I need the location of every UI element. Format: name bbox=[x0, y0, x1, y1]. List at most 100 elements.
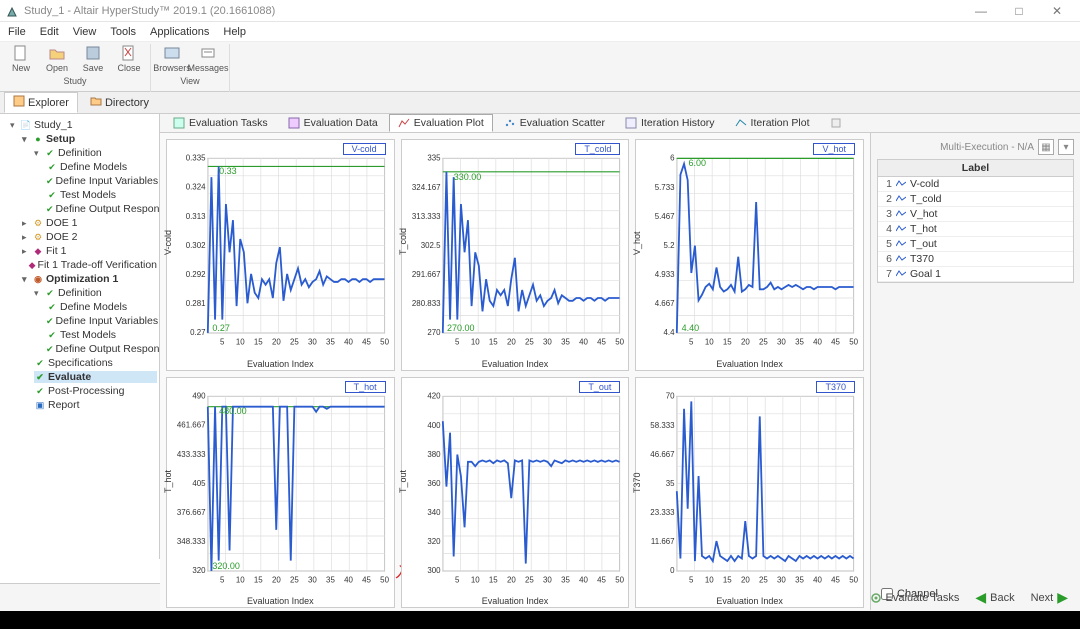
series-swatch-icon bbox=[896, 209, 906, 219]
tab-extra-icon[interactable] bbox=[821, 114, 851, 132]
svg-text:35: 35 bbox=[561, 575, 570, 584]
messages-button[interactable]: Messages bbox=[191, 44, 225, 76]
menu-view[interactable]: View bbox=[73, 26, 97, 38]
menubar: File Edit View Tools Applications Help bbox=[0, 22, 1080, 42]
menu-applications[interactable]: Applications bbox=[150, 26, 209, 38]
label-row[interactable]: 6T370 bbox=[878, 252, 1073, 267]
tree-postprocessing[interactable]: ✔Post-Processing bbox=[34, 385, 157, 397]
tree-define-output-2[interactable]: ✔Define Output Responses bbox=[46, 343, 157, 355]
gear-icon bbox=[870, 592, 882, 604]
plot-legend: T_out bbox=[579, 381, 620, 393]
browsers-button[interactable]: Browsers bbox=[155, 44, 189, 76]
svg-text:50: 50 bbox=[850, 337, 859, 346]
svg-text:10: 10 bbox=[471, 337, 480, 346]
plot-t370[interactable]: 5101520253035404550011.66723.3333546.667… bbox=[635, 377, 864, 609]
svg-text:324.167: 324.167 bbox=[412, 183, 441, 192]
new-button[interactable]: New bbox=[4, 44, 38, 76]
svg-text:35: 35 bbox=[326, 575, 335, 584]
tree-fit1[interactable]: ▸◆Fit 1 bbox=[22, 245, 157, 257]
goal-marker: 6.00 bbox=[688, 158, 706, 168]
save-button[interactable]: Save bbox=[76, 44, 110, 76]
label-row[interactable]: 4T_hot bbox=[878, 222, 1073, 237]
tree-doe2[interactable]: ▸⚙DOE 2 bbox=[22, 231, 157, 243]
tree-define-input-1[interactable]: ✔Define Input Variables bbox=[46, 175, 157, 187]
tree-test-models-2[interactable]: ✔Test Models bbox=[46, 329, 157, 341]
svg-text:280.833: 280.833 bbox=[412, 299, 441, 308]
tree-report[interactable]: ▣Report bbox=[34, 399, 157, 411]
plot-xlabel: Evaluation Index bbox=[247, 359, 314, 369]
svg-text:10: 10 bbox=[705, 337, 714, 346]
plot-v-cold[interactable]: 51015202530354045500.270.2810.2920.3020.… bbox=[166, 139, 395, 371]
explorer-tree[interactable]: ▾📄Study_1 ▾●Setup ▾✔Definition ✔Define M… bbox=[0, 114, 160, 559]
tree-test-models-1[interactable]: ✔Test Models bbox=[46, 189, 157, 201]
tree-define-models-2[interactable]: ✔Define Models bbox=[46, 301, 157, 313]
plot-v-hot[interactable]: 51015202530354045504.44.6674.9335.25.467… bbox=[635, 139, 864, 371]
tree-define-output-1[interactable]: ✔Define Output Responses bbox=[46, 203, 157, 215]
menu-tools[interactable]: Tools bbox=[110, 26, 136, 38]
svg-text:5: 5 bbox=[455, 575, 460, 584]
folder-icon bbox=[90, 95, 102, 110]
tab-eval-tasks[interactable]: Evaluation Tasks bbox=[164, 114, 277, 132]
svg-text:461.667: 461.667 bbox=[177, 420, 206, 429]
min-marker: 320.00 bbox=[212, 561, 240, 571]
tree-setup[interactable]: ▾●Setup bbox=[22, 133, 157, 145]
plot-t-cold[interactable]: 5101520253035404550270280.833291.667302.… bbox=[401, 139, 630, 371]
minimize-button[interactable]: — bbox=[964, 1, 998, 21]
plot-t-hot[interactable]: 5101520253035404550320348.333376.6674054… bbox=[166, 377, 395, 609]
open-button[interactable]: Open bbox=[40, 44, 74, 76]
tree-study-root[interactable]: ▾📄Study_1 bbox=[10, 119, 157, 131]
tab-directory[interactable]: Directory bbox=[82, 93, 157, 112]
series-swatch-icon bbox=[896, 239, 906, 249]
svg-text:35: 35 bbox=[666, 479, 675, 488]
tree-doe1[interactable]: ▸⚙DOE 1 bbox=[22, 217, 157, 229]
tree-optimization1[interactable]: ▾◉Optimization 1 bbox=[22, 273, 157, 285]
label-row[interactable]: 5T_out bbox=[878, 237, 1073, 252]
maximize-button[interactable]: □ bbox=[1002, 1, 1036, 21]
tab-eval-scatter[interactable]: Evaluation Scatter bbox=[495, 114, 614, 132]
main-toolbar: New Open Save Close Study Browsers Messa… bbox=[0, 42, 1080, 92]
svg-text:400: 400 bbox=[427, 420, 441, 429]
tree-specifications[interactable]: ✔Specifications bbox=[34, 357, 157, 369]
svg-text:300: 300 bbox=[427, 566, 441, 575]
dropdown-icon[interactable]: ▾ bbox=[1058, 139, 1074, 155]
svg-text:50: 50 bbox=[850, 575, 859, 584]
tree-definition-1[interactable]: ▾✔Definition bbox=[34, 147, 157, 159]
plot-legend: T370 bbox=[816, 381, 855, 393]
svg-text:5: 5 bbox=[220, 337, 225, 346]
multi-execution-status: Multi-Execution - N/A ▦ ▾ bbox=[877, 139, 1074, 155]
svg-text:50: 50 bbox=[380, 337, 389, 346]
menu-file[interactable]: File bbox=[8, 26, 26, 38]
label-row[interactable]: 3V_hot bbox=[878, 207, 1073, 222]
menu-edit[interactable]: Edit bbox=[40, 26, 59, 38]
evaluation-tabs: Evaluation Tasks Evaluation Data Evaluat… bbox=[160, 114, 1080, 133]
svg-text:20: 20 bbox=[741, 337, 750, 346]
label-row[interactable]: 7Goal 1 bbox=[878, 267, 1073, 282]
close-window-button[interactable]: ✕ bbox=[1040, 1, 1074, 21]
svg-text:20: 20 bbox=[741, 575, 750, 584]
tree-fit-tradeoff[interactable]: ◆Fit 1 Trade-off Verification bbox=[22, 259, 157, 271]
svg-text:10: 10 bbox=[236, 575, 245, 584]
plot-xlabel: Evaluation Index bbox=[247, 596, 314, 606]
label-row[interactable]: 2T_cold bbox=[878, 192, 1073, 207]
label-row[interactable]: 1V-cold bbox=[878, 177, 1073, 192]
tree-define-input-2[interactable]: ✔Define Input Variables bbox=[46, 315, 157, 327]
tab-iter-history[interactable]: Iteration History bbox=[616, 114, 724, 132]
tree-evaluate[interactable]: ✔Evaluate bbox=[34, 371, 157, 383]
plot-legend: V_hot bbox=[813, 143, 855, 155]
plot-t-out[interactable]: 5101520253035404550300320340360380400420… bbox=[401, 377, 630, 609]
tab-iter-plot[interactable]: Iteration Plot bbox=[726, 114, 819, 132]
evaluate-tasks-button[interactable]: Evaluate Tasks bbox=[870, 592, 960, 604]
next-button[interactable]: Next▶ bbox=[1031, 589, 1068, 606]
tree-define-models-1[interactable]: ✔Define Models bbox=[46, 161, 157, 173]
tab-eval-data[interactable]: Evaluation Data bbox=[279, 114, 387, 132]
tab-explorer[interactable]: Explorer bbox=[4, 92, 78, 113]
svg-text:25: 25 bbox=[290, 337, 299, 346]
plot-ylabel: T_hot bbox=[163, 469, 173, 492]
menu-help[interactable]: Help bbox=[223, 26, 246, 38]
close-button[interactable]: Close bbox=[112, 44, 146, 76]
tree-definition-2[interactable]: ▾✔Definition bbox=[34, 287, 157, 299]
tab-eval-plot[interactable]: Evaluation Plot bbox=[389, 114, 493, 132]
grid-icon[interactable]: ▦ bbox=[1038, 139, 1054, 155]
back-button[interactable]: ◀Back bbox=[975, 589, 1014, 606]
svg-text:50: 50 bbox=[615, 575, 624, 584]
